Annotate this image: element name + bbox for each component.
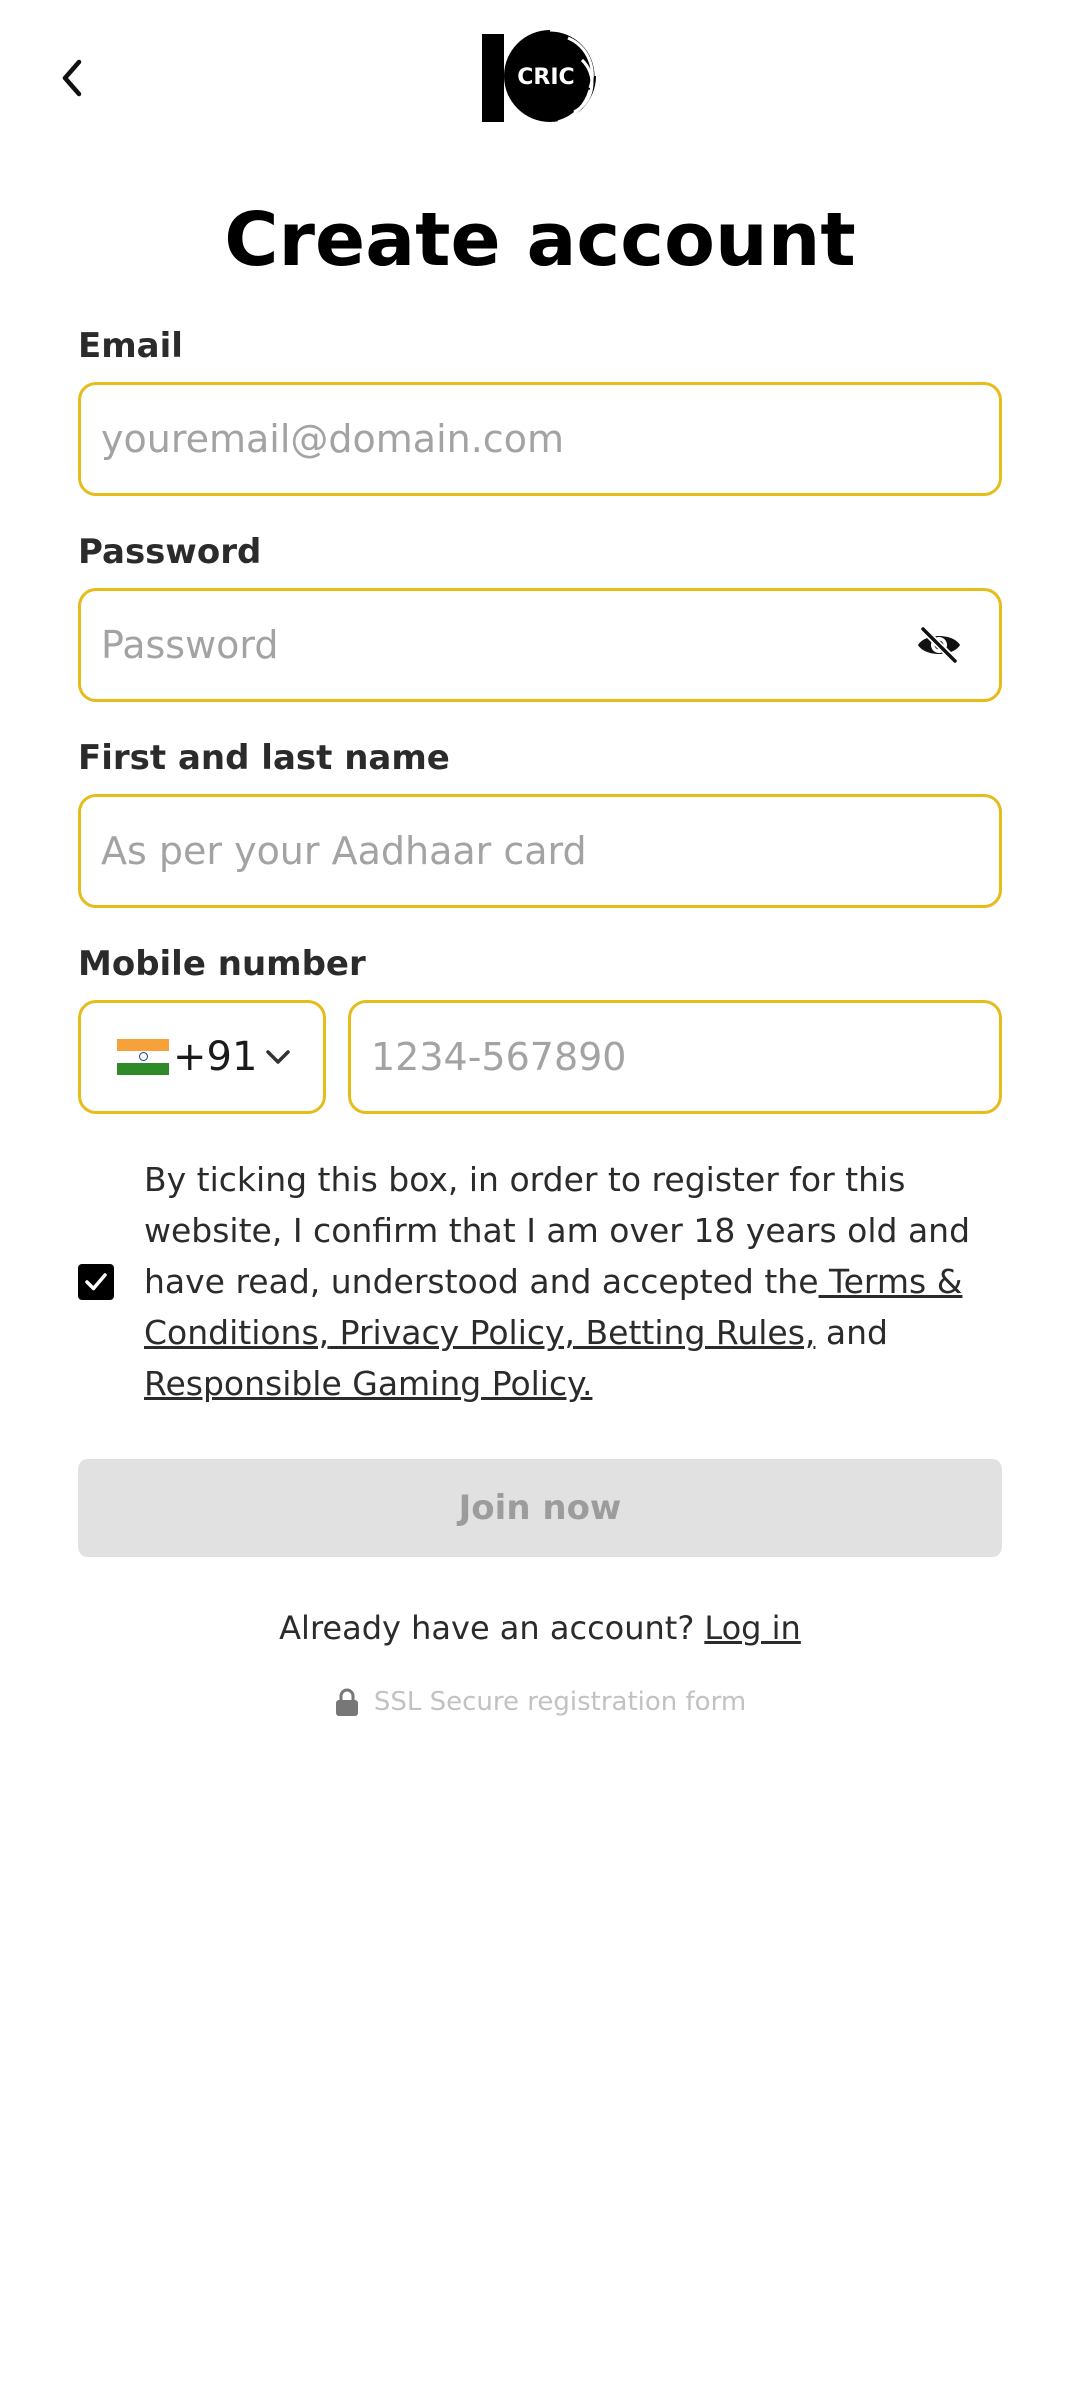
join-now-button[interactable]: Join now <box>78 1459 1002 1557</box>
dial-code: +91 <box>173 1034 258 1080</box>
country-code-select[interactable]: +91 <box>78 1000 326 1114</box>
responsible-gaming-link[interactable]: Responsible Gaming Policy. <box>144 1364 592 1403</box>
lock-icon <box>335 1688 358 1716</box>
password-field-box <box>78 588 1002 702</box>
consent-checkbox[interactable] <box>78 1263 114 1300</box>
checkmark-icon <box>85 1272 107 1290</box>
brand-logo: CRIC <box>478 28 602 126</box>
logo-text: CRIC <box>517 65 574 90</box>
eye-off-icon <box>918 626 960 664</box>
login-prompt-text: Already have an account? <box>279 1609 695 1647</box>
name-label: First and last name <box>78 738 450 778</box>
mobile-label: Mobile number <box>78 944 366 984</box>
mobile-number-input[interactable] <box>371 1003 979 1111</box>
phone-field-box <box>348 1000 1002 1114</box>
password-input[interactable] <box>101 591 804 699</box>
ssl-notice: SSL Secure registration form <box>78 1687 1002 1717</box>
password-label: Password <box>78 532 262 572</box>
ssl-text: SSL Secure registration form <box>373 1687 747 1717</box>
india-flag-icon <box>117 1038 169 1076</box>
back-button[interactable] <box>52 50 92 106</box>
full-name-input[interactable] <box>101 797 979 905</box>
name-field-box <box>78 794 1002 908</box>
email-input[interactable] <box>101 385 979 493</box>
chevron-down-icon <box>266 1050 290 1064</box>
betting-rules-link[interactable]: Betting Rules, <box>575 1313 816 1352</box>
mobile-number-row: +91 <box>78 1000 1002 1114</box>
page-title: Create account <box>224 197 856 283</box>
toggle-password-visibility-button[interactable] <box>915 621 963 669</box>
email-label: Email <box>78 326 183 366</box>
login-prompt-row: Already have an account? Log in <box>78 1605 1002 1651</box>
app-header: CRIC <box>0 0 1080 160</box>
privacy-policy-link[interactable]: Privacy Policy, <box>329 1313 575 1352</box>
email-field-box <box>78 382 1002 496</box>
consent-and-text: and <box>815 1313 888 1352</box>
consent-text: By ticking this box, in order to registe… <box>144 1154 1000 1409</box>
consent-row: By ticking this box, in order to registe… <box>78 1154 1002 1409</box>
login-link[interactable]: Log in <box>704 1609 801 1647</box>
chevron-left-icon <box>62 59 82 97</box>
registration-form: Email Password First and last name Mobil… <box>78 320 1002 1717</box>
